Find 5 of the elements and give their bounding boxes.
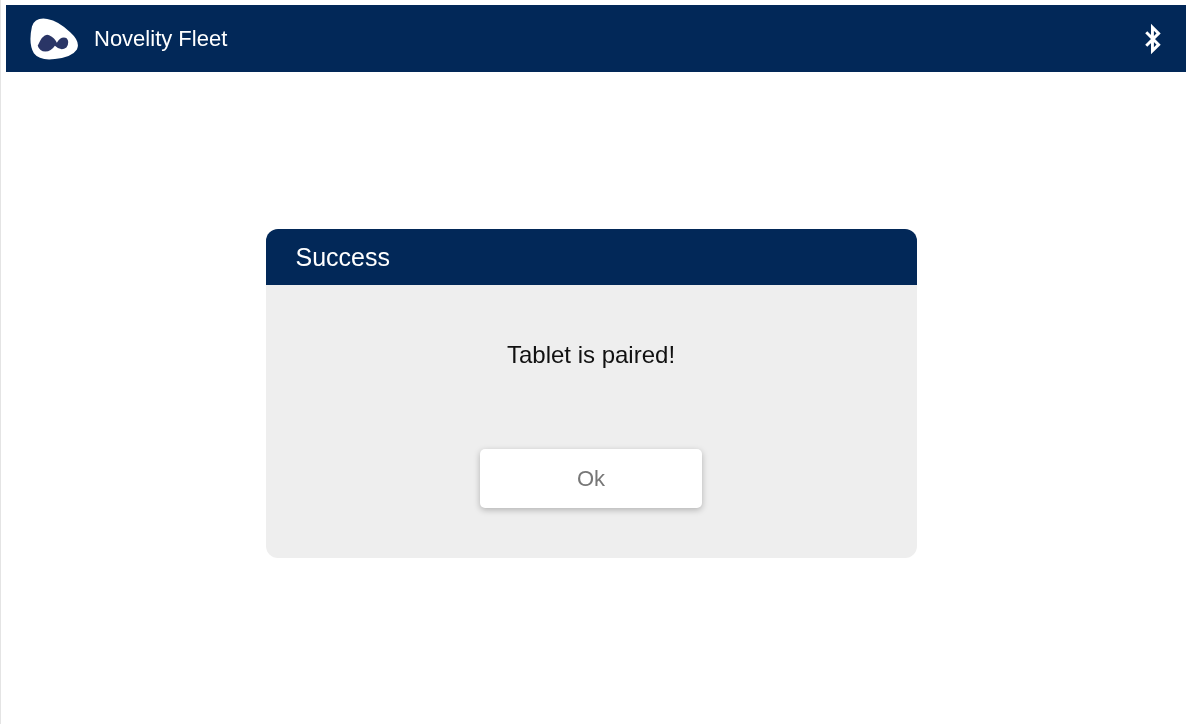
bluetooth-icon[interactable] <box>1144 22 1162 55</box>
app-title: Novelity Fleet <box>94 25 229 52</box>
dialog-message: Tablet is paired! <box>506 341 676 369</box>
dialog-title: Success <box>295 242 390 272</box>
ok-button[interactable]: Ok <box>480 449 702 508</box>
